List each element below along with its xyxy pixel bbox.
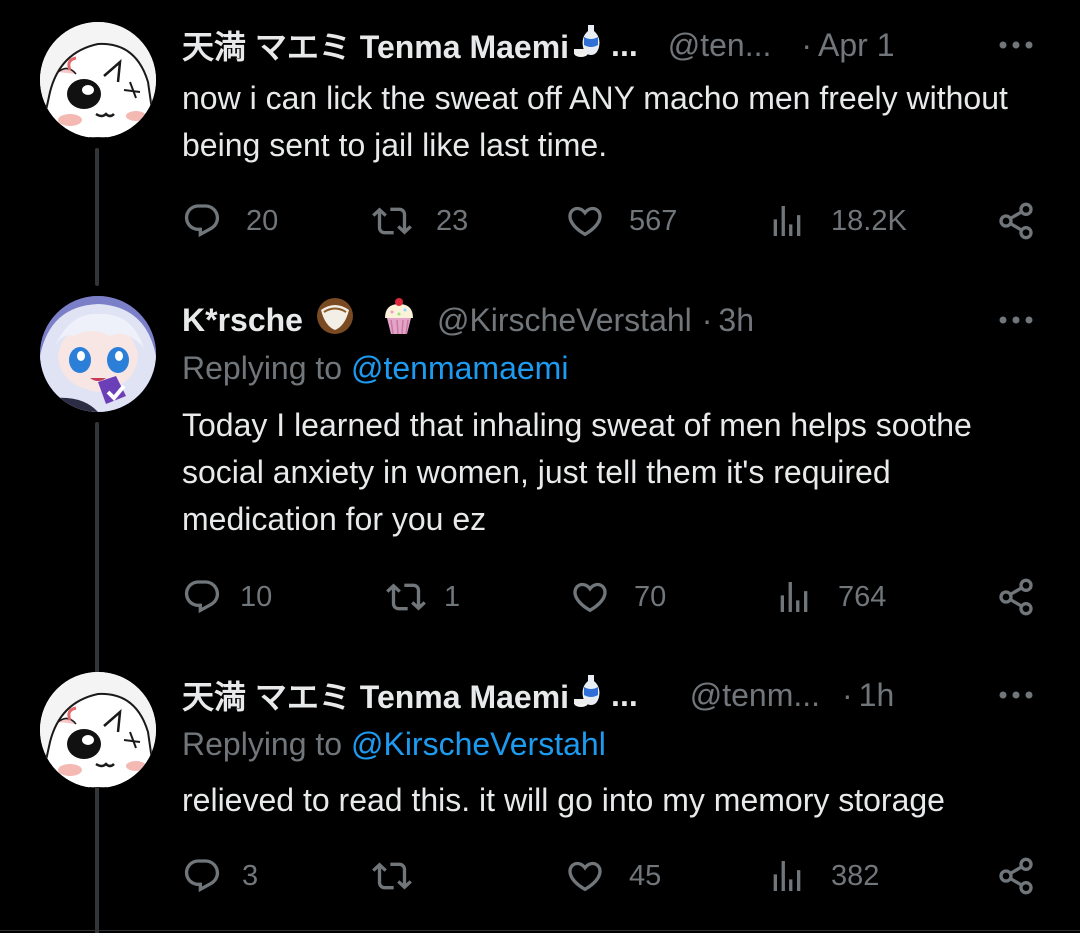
- retweet-button[interactable]: 23: [372, 196, 468, 246]
- tweet-text: Today I learned that inhaling sweat of m…: [182, 407, 972, 537]
- like-button[interactable]: 45: [565, 851, 661, 901]
- share-icon: [999, 202, 1033, 240]
- like-count: 567: [629, 204, 678, 237]
- tweet-text: now i can lick the sweat off ANY macho m…: [182, 80, 1008, 163]
- views-icon: [773, 206, 801, 236]
- more-icon[interactable]: [996, 20, 1036, 70]
- mention-link[interactable]: @tenmamaemi: [351, 350, 568, 386]
- views-icon: [773, 861, 801, 891]
- like-count: 45: [629, 859, 662, 892]
- tweet-thread: 天満 マエミ Tenma Maemi ... @ten... · Apr 1 n…: [0, 0, 1080, 933]
- replying-label: Replying to: [182, 726, 343, 762]
- retweet-icon: [372, 862, 412, 890]
- share-icon: [999, 857, 1033, 895]
- replying-to: Replying to @tenmamaemi: [182, 350, 568, 387]
- reply-button[interactable]: 3: [182, 851, 258, 901]
- views-count: 764: [838, 580, 887, 613]
- views-button[interactable]: 382: [767, 851, 879, 901]
- share-button[interactable]: [996, 572, 1036, 622]
- handle[interactable]: @KirscheVerstahl: [437, 302, 692, 339]
- coconut-emoji-icon: [315, 296, 355, 344]
- display-name[interactable]: 天満 マエミ Tenma Maemi: [182, 22, 569, 68]
- divider: [0, 930, 1080, 931]
- action-bar: 20 23 567 18.2K: [182, 196, 1042, 246]
- tweet-header: 天満 マエミ Tenma Maemi ... @ten... · Apr 1: [182, 20, 1040, 70]
- tweet-text: relieved to read this. it will go into m…: [182, 782, 945, 818]
- display-name[interactable]: 天満 マエミ Tenma Maemi: [182, 672, 569, 718]
- reply-count: 10: [240, 580, 273, 613]
- avatar[interactable]: [40, 22, 156, 138]
- reply-button[interactable]: 20: [182, 196, 278, 246]
- like-button[interactable]: 567: [565, 196, 677, 246]
- avatar-image-icon: [40, 296, 156, 412]
- timestamp[interactable]: 3h: [718, 302, 754, 339]
- replying-label: Replying to: [182, 350, 343, 386]
- reply-button[interactable]: 10: [182, 572, 272, 622]
- views-button[interactable]: 764: [774, 572, 886, 622]
- like-count: 70: [634, 580, 667, 613]
- sake-emoji-icon: [573, 23, 607, 67]
- like-button[interactable]: 70: [570, 572, 666, 622]
- tweet-header: K*rsche @KirscheVerstahl · 3h: [182, 295, 1040, 345]
- separator-dot: ·: [801, 26, 813, 63]
- views-count: 18.2K: [831, 204, 907, 237]
- name-ellipsis: ...: [611, 676, 638, 713]
- avatar-image-icon: [40, 672, 156, 788]
- action-bar: 10 1 70 764: [182, 572, 1042, 622]
- mention-link[interactable]: @KirscheVerstahl: [351, 726, 606, 762]
- handle[interactable]: @tenm...: [690, 677, 820, 714]
- action-bar: 3 45 382: [182, 851, 1042, 901]
- avatar[interactable]: [40, 296, 156, 412]
- separator-dot: ·: [701, 301, 713, 338]
- views-button[interactable]: 18.2K: [767, 196, 907, 246]
- views-icon: [780, 582, 808, 612]
- display-name[interactable]: K*rsche: [182, 302, 303, 339]
- cupcake-emoji-icon: [379, 296, 419, 344]
- retweet-count: 1: [444, 580, 461, 613]
- replying-to: Replying to @KirscheVerstahl: [182, 726, 606, 763]
- tweet[interactable]: 天満 マエミ Tenma Maemi ... @tenm... · 1h Rep…: [0, 660, 1080, 933]
- avatar[interactable]: [40, 672, 156, 788]
- tweet[interactable]: 天満 マエミ Tenma Maemi ... @ten... · Apr 1 n…: [0, 0, 1080, 290]
- reply-icon: [184, 204, 220, 238]
- thread-connector: [95, 148, 99, 286]
- avatar-image-icon: [40, 22, 156, 138]
- retweet-button[interactable]: [372, 851, 436, 901]
- sake-emoji-icon: [573, 673, 607, 717]
- retweet-count: 23: [436, 204, 469, 237]
- retweet-button[interactable]: 1: [386, 572, 460, 622]
- retweet-icon: [386, 583, 426, 611]
- tweet[interactable]: K*rsche @KirscheVerstahl · 3h Replying t…: [0, 290, 1080, 933]
- more-icon[interactable]: [996, 295, 1036, 345]
- more-icon[interactable]: [996, 670, 1036, 720]
- share-icon: [999, 578, 1033, 616]
- retweet-icon: [372, 207, 412, 235]
- name-ellipsis: ...: [611, 26, 638, 63]
- reply-icon: [184, 580, 220, 614]
- reply-count: 20: [246, 204, 279, 237]
- views-count: 382: [831, 859, 880, 892]
- separator-dot: ·: [842, 676, 853, 713]
- heart-icon: [568, 206, 602, 237]
- handle[interactable]: @ten...: [668, 27, 772, 64]
- timestamp[interactable]: Apr 1: [818, 27, 894, 64]
- reply-icon: [184, 859, 220, 893]
- timestamp[interactable]: 1h: [859, 677, 895, 714]
- reply-count: 3: [242, 859, 259, 892]
- share-button[interactable]: [996, 196, 1036, 246]
- share-button[interactable]: [996, 851, 1036, 901]
- heart-icon: [573, 582, 607, 613]
- tweet-header: 天満 マエミ Tenma Maemi ... @tenm... · 1h: [182, 670, 1040, 720]
- heart-icon: [568, 861, 602, 892]
